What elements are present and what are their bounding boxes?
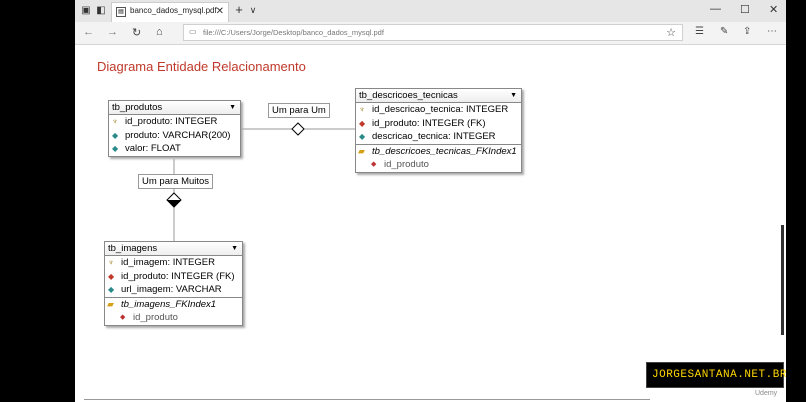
home-icon[interactable]: ⌂	[156, 26, 163, 38]
refresh-icon[interactable]: ↻	[132, 26, 141, 39]
table-name: tb_descricoes_tecnicas	[359, 90, 458, 101]
foreign-key-icon: ◆	[359, 118, 366, 128]
favorites-hub-icon[interactable]: ☰	[695, 26, 704, 37]
field-label: id_imagem: INTEGER	[121, 257, 215, 268]
index-field-row: ◆ id_produto	[105, 311, 242, 325]
tab-preview-icon[interactable]: ▣	[80, 5, 92, 17]
primary-key-icon: ♆	[359, 105, 365, 114]
more-options-icon[interactable]: ⋯	[767, 26, 777, 37]
table-tb-imagens[interactable]: tb_imagens ▼ ♆ id_imagem: INTEGER ◆ id_prod…	[104, 241, 243, 326]
field-label: id_produto: INTEGER (FK)	[372, 117, 486, 129]
column-icon: ◆	[108, 285, 115, 294]
one-to-many-diamond-fill	[167, 200, 181, 207]
forward-arrow-icon[interactable]: →	[107, 26, 118, 38]
index-folder-icon: ▰	[107, 298, 114, 309]
field-row: ♆ id_produto: INTEGER	[109, 115, 240, 129]
field-label: id_produto: INTEGER (FK)	[121, 270, 235, 282]
field-label: valor: FLOAT	[125, 143, 181, 154]
back-arrow-icon[interactable]: ←	[83, 26, 94, 38]
table-name: tb_produtos	[112, 102, 163, 113]
index-field-label: id_produto	[133, 312, 178, 323]
tab-pdf[interactable]: ▤ banco_dados_mysql.pdf ✕	[111, 2, 229, 22]
url-text: file:///C:/Users/Jorge/Desktop/banco_dad…	[203, 28, 384, 37]
table-tb-descricoes-tecnicas[interactable]: tb_descricoes_tecnicas ▼ ♆ id_descricao_te…	[355, 88, 522, 173]
field-label: url_imagem: VARCHAR	[121, 284, 222, 295]
column-icon: ◆	[359, 132, 366, 141]
field-row: ◆ id_produto: INTEGER (FK)	[356, 117, 521, 131]
field-label: id_produto: INTEGER	[125, 116, 218, 127]
tab-bar: ▣ ◧ ▤ banco_dados_mysql.pdf ✕ + ∨ — ☐ ✕	[75, 0, 786, 22]
foreign-key-icon: ◆	[120, 314, 126, 321]
column-icon: ◆	[112, 130, 119, 140]
address-bar: ← → ↻ ⌂ ▭ file:///C:/Users/Jorge/Desktop…	[75, 22, 786, 45]
field-row: ◆ id_produto: INTEGER (FK)	[105, 270, 242, 284]
dropdown-arrow-icon: ▼	[229, 104, 236, 111]
one-to-many-label: Um para Muitos	[138, 174, 214, 189]
dropdown-arrow-icon: ▼	[510, 92, 517, 99]
favorite-star-icon[interactable]: ☆	[666, 26, 676, 39]
tab-close-icon[interactable]: ✕	[216, 6, 224, 17]
divider	[84, 399, 650, 400]
watermark-text: JORGESANTANA.NET.BR	[652, 369, 787, 381]
field-row: ♆ id_imagem: INTEGER	[105, 256, 242, 270]
share-icon[interactable]: ⇪	[743, 26, 751, 37]
new-tab-button[interactable]: +	[233, 3, 245, 16]
field-label: produto: VARCHAR(200)	[125, 129, 231, 141]
index-field-row: ◆ id_produto	[356, 158, 521, 172]
one-to-one-diamond	[291, 122, 305, 136]
index-row: ▰ tb_imagens_FKIndex1	[105, 296, 242, 312]
index-field-label: id_produto	[384, 159, 429, 170]
pdf-file-icon: ▤	[116, 7, 126, 17]
tab-title: banco_dados_mysql.pdf	[130, 6, 217, 15]
column-icon: ◆	[112, 144, 119, 153]
primary-key-icon: ♆	[108, 258, 114, 267]
table-header: tb_produtos ▼	[109, 101, 240, 115]
field-label: descricao_tecnica: INTEGER	[372, 131, 496, 142]
dropdown-arrow-icon: ▼	[231, 245, 238, 252]
index-label: tb_imagens_FKIndex1	[121, 298, 217, 310]
file-icon: ▭	[189, 27, 197, 36]
foreign-key-icon: ◆	[108, 271, 115, 281]
tab-menu-chevron-icon[interactable]: ∨	[247, 4, 259, 16]
field-row: ◆ produto: VARCHAR(200)	[109, 129, 240, 143]
field-row: ◆ valor: FLOAT	[109, 142, 240, 156]
table-header: tb_descricoes_tecnicas ▼	[356, 89, 521, 103]
browser-window: ▣ ◧ ▤ banco_dados_mysql.pdf ✕ + ∨ — ☐ ✕ …	[75, 0, 786, 402]
field-label: id_descricao_tecnica: INTEGER	[372, 104, 509, 115]
pen-annotate-icon[interactable]: ✎	[720, 26, 728, 37]
index-folder-icon: ▰	[358, 145, 365, 156]
minimize-button[interactable]: —	[710, 3, 721, 15]
close-window-button[interactable]: ✕	[769, 3, 778, 16]
brand-logo: Udemy	[755, 390, 778, 397]
field-row: ♆ id_descricao_tecnica: INTEGER	[356, 103, 521, 117]
foreign-key-icon: ◆	[371, 161, 377, 168]
table-tb-produtos[interactable]: tb_produtos ▼ ♆ id_produto: INTEGER ◆ produ…	[108, 100, 241, 157]
maximize-button[interactable]: ☐	[740, 3, 750, 16]
watermark: JORGESANTANA.NET.BR	[646, 362, 787, 388]
scrollbar[interactable]	[781, 225, 784, 335]
set-aside-tabs-icon[interactable]: ◧	[95, 5, 107, 17]
pdf-viewer: Diagrama Entidade Relacionamento Um para…	[75, 45, 786, 402]
table-header: tb_imagens ▼	[105, 242, 242, 256]
url-input[interactable]: ▭ file:///C:/Users/Jorge/Desktop/banco_d…	[183, 24, 683, 41]
field-row: ◆ url_imagem: VARCHAR	[105, 283, 242, 297]
table-name: tb_imagens	[108, 243, 158, 254]
primary-key-icon: ♆	[112, 117, 118, 126]
field-row: ◆ descricao_tecnica: INTEGER	[356, 130, 521, 144]
one-to-one-label: Um para Um	[268, 103, 330, 118]
index-row: ▰ tb_descricoes_tecnicas_FKIndex1	[356, 143, 521, 159]
index-label: tb_descricoes_tecnicas_FKIndex1	[372, 145, 517, 157]
